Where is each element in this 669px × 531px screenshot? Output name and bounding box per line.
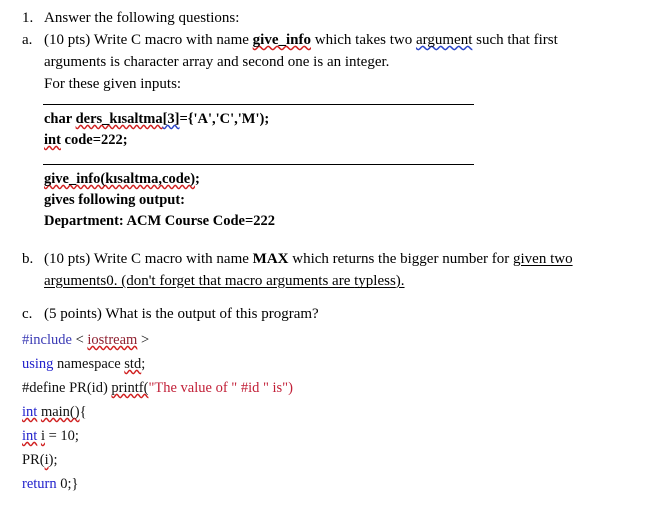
list-item-c: c. (5 points) What is the output of this…	[22, 304, 319, 325]
question-b-seg-1: (10 pts) Write C macro with name	[44, 251, 253, 267]
question-a-line-2: arguments is character array and second …	[44, 54, 390, 70]
question-a-seg-1: (10 pts) Write C macro with name	[44, 32, 253, 48]
question-b-line-2: arguments0. (don't forget that macro arg…	[44, 271, 405, 292]
macro-call-semicolon: ;	[195, 171, 200, 187]
program-line-define: #define PR(id) printf("The value of " #i…	[22, 376, 293, 400]
code-seg-code-222: code=222;	[60, 132, 128, 148]
question-b-seg-2: which returns the bigger number for	[288, 251, 514, 267]
question-b-underlined-2a: arguments0. (don't forget that macro arg…	[44, 273, 355, 289]
code-token-include-3: >	[137, 332, 150, 348]
expected-output-block: give_info(kısaltma,code); gives followin…	[44, 169, 275, 232]
code-token-include-2: iostream	[87, 332, 138, 348]
code-token-using-3: ;	[141, 356, 146, 372]
code-token-include-0: #include	[22, 332, 72, 348]
macro-name-give-info: give_info	[252, 32, 311, 48]
code-token-call-pr-0: PR(	[22, 452, 45, 468]
spell-flag-typless: typless	[354, 273, 396, 289]
code-token-using-2: std	[124, 356, 142, 372]
code-seg-init: ={'A','C','M');	[179, 111, 270, 127]
given-inputs-code-block: char ders_kısaltma[3]={'A','C','M'); int…	[44, 109, 269, 151]
code-seg-char: char	[44, 111, 76, 127]
program-line-decl-i: int i = 10;	[22, 424, 293, 448]
code-token-call-pr-2: );	[48, 452, 58, 468]
macro-call-give-info: give_info(kısaltma,code)	[44, 171, 196, 187]
output-line-call: give_info(kısaltma,code);	[44, 169, 275, 190]
question-b-underlined-1: given two	[513, 251, 573, 267]
question-b-line-1: (10 pts) Write C macro with name MAX whi…	[44, 249, 573, 270]
code-token-include-1: <	[71, 332, 88, 348]
code-line-int-decl: int code=222;	[44, 130, 269, 151]
list-marker-1: 1.	[22, 10, 34, 26]
code-token-main-0: int	[22, 404, 38, 420]
output-line-result: Department: ACM Course Code=222	[44, 213, 275, 229]
code-token-define-0: #define PR(id)	[22, 380, 112, 396]
code-line-char-decl: char ders_kısaltma[3]={'A','C','M');	[44, 109, 269, 130]
macro-name-max: MAX	[252, 251, 289, 267]
code-keyword-int: int	[44, 132, 61, 148]
question-a-line-1: (10 pts) Write C macro with name give_in…	[44, 30, 558, 51]
given-inputs-top-rule	[43, 104, 474, 105]
code-identifier-ders-kisaltma: ders_kısaltma	[75, 111, 163, 127]
document-page: 1. Answer the following questions: a. (1…	[0, 0, 669, 531]
output-block-top-rule	[43, 164, 474, 165]
list-item-1: 1. Answer the following questions:	[22, 8, 239, 29]
list-marker-a: a.	[22, 32, 33, 48]
grammar-flag-argument: argument	[415, 32, 473, 48]
program-line-using: using namespace std;	[22, 352, 293, 376]
question-a-seg-2: which takes two	[311, 32, 416, 48]
list-marker-c: c.	[22, 306, 33, 322]
code-token-define-2: "The value of " #id " is")	[148, 380, 293, 396]
list-item-a: a. (10 pts) Write C macro with name give…	[22, 30, 558, 51]
code-token-using-1: namespace	[53, 356, 125, 372]
program-listing: #include < iostream > using namespace st…	[22, 328, 293, 496]
code-token-decl-i-3: = 10;	[44, 428, 79, 444]
question-c-text: (5 points) What is the output of this pr…	[44, 306, 319, 322]
question-a-line-3: For these given inputs:	[44, 76, 182, 92]
code-token-decl-i-0: int	[22, 428, 38, 444]
list-item-b: b. (10 pts) Write C macro with name MAX …	[22, 249, 573, 270]
code-token-return-0: return	[22, 476, 57, 492]
code-token-using-0: using	[22, 356, 54, 372]
code-token-return-1: 0;}	[56, 476, 79, 492]
output-line-label: gives following output:	[44, 192, 185, 208]
program-line-call-pr: PR(i);	[22, 448, 293, 472]
question-a-seg-3: such that first	[472, 32, 558, 48]
question-b-underlined-2b: ).	[395, 273, 405, 289]
program-line-include: #include < iostream >	[22, 328, 293, 352]
code-array-size: [3]	[162, 111, 180, 127]
code-token-main-3: {	[79, 404, 87, 420]
code-token-main-2: main()	[40, 404, 80, 420]
list-marker-b: b.	[22, 251, 34, 267]
program-line-main: int main(){	[22, 400, 293, 424]
question-1-text: Answer the following questions:	[44, 10, 240, 26]
code-token-define-1: printf(	[111, 380, 149, 396]
program-line-return: return 0;}	[22, 472, 293, 496]
